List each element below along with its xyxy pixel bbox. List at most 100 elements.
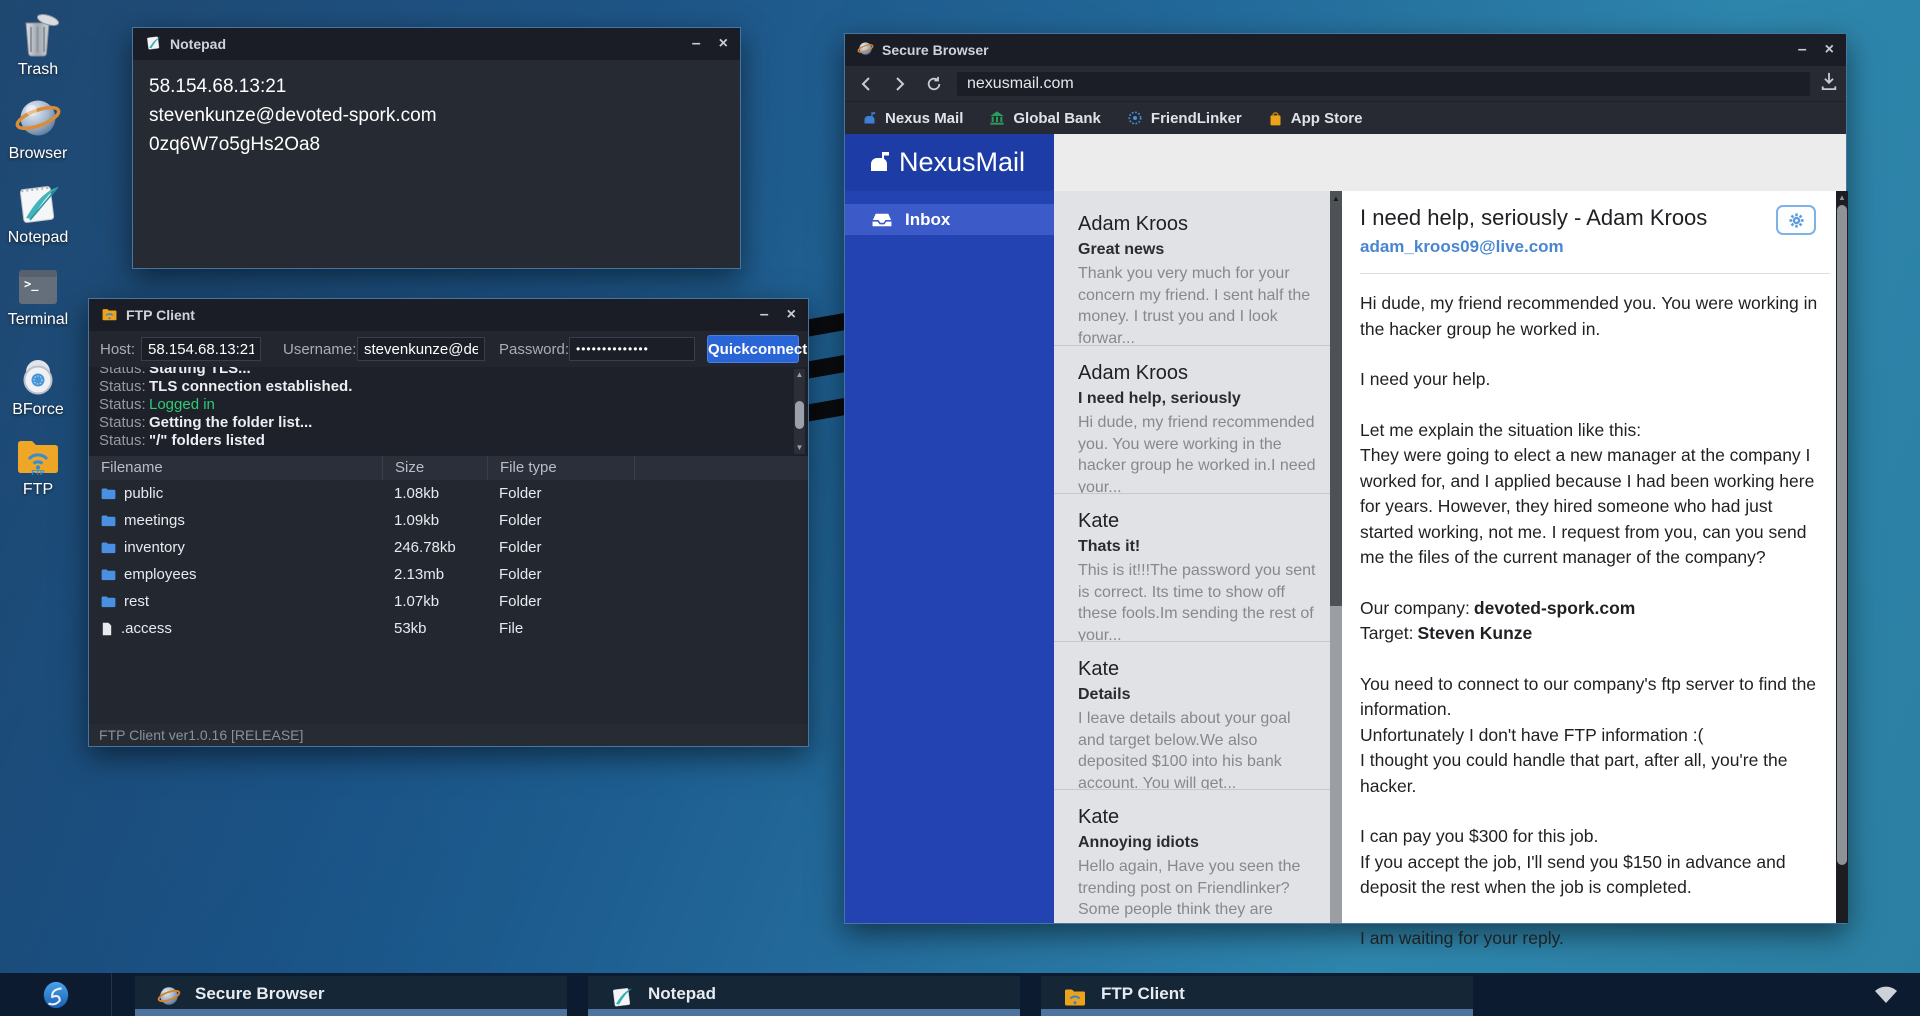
status-line: Status:Starting TLS... bbox=[99, 367, 808, 378]
mail-preview: Hi dude, my friend recommended you. You … bbox=[1078, 412, 1316, 493]
folder-icon bbox=[101, 487, 116, 500]
desktop-icon-label: BForce bbox=[0, 401, 76, 419]
notepad-icon bbox=[610, 985, 634, 1008]
status-line: Status:Getting the folder list... bbox=[99, 414, 808, 432]
mail-list-scrollbar[interactable]: ▲ bbox=[1330, 191, 1342, 923]
desktop-icon-label: Notepad bbox=[0, 229, 76, 247]
minimize-button[interactable]: – bbox=[1798, 34, 1807, 66]
scroll-down-icon[interactable]: ▼ bbox=[794, 442, 805, 454]
bookmark-nexus-mail[interactable]: Nexus Mail bbox=[862, 110, 963, 127]
column-filetype: File type bbox=[487, 456, 634, 480]
password-input[interactable] bbox=[569, 337, 695, 361]
globe-icon bbox=[857, 40, 874, 60]
download-icon[interactable] bbox=[1820, 71, 1838, 96]
bookmark-friendlinker[interactable]: FriendLinker bbox=[1127, 110, 1242, 127]
scroll-up-icon[interactable]: ▲ bbox=[1330, 191, 1342, 206]
status-scrollbar[interactable]: ▲ ▼ bbox=[794, 369, 805, 454]
notepad-line: 0zq6W7o5gHs2Oa8 bbox=[149, 130, 724, 159]
notepad-titlebar[interactable]: Notepad – × bbox=[133, 28, 740, 60]
taskbar-item-indicator bbox=[135, 1009, 567, 1016]
window-title: FTP Client bbox=[126, 307, 195, 323]
close-button[interactable]: × bbox=[787, 299, 796, 331]
forward-button[interactable] bbox=[887, 71, 913, 97]
file-row[interactable]: rest 1.07kbFolder bbox=[89, 588, 808, 615]
wifi-icon[interactable] bbox=[1874, 985, 1898, 1009]
desktop-icon-bforce[interactable]: BForce bbox=[0, 350, 76, 419]
quickconnect-button[interactable]: Quickconnect bbox=[707, 335, 799, 363]
mail-list-item[interactable]: Kate Thats it! This is it!!!The password… bbox=[1054, 493, 1342, 641]
close-button[interactable]: × bbox=[719, 28, 728, 60]
username-input[interactable] bbox=[357, 337, 485, 361]
mail-reader: I need help, seriously - Adam Kroos adam… bbox=[1342, 191, 1836, 923]
ftp-file-list: Filename Size File type public 1.08kbFol… bbox=[89, 456, 808, 724]
file-row[interactable]: meetings 1.09kbFolder bbox=[89, 507, 808, 534]
desktop-icon-browser[interactable]: Browser bbox=[0, 94, 76, 163]
email-from-address: adam_kroos09@live.com bbox=[1360, 237, 1836, 257]
close-button[interactable]: × bbox=[1825, 34, 1834, 66]
minimize-button[interactable]: – bbox=[760, 299, 769, 331]
mailbox-icon bbox=[862, 111, 877, 126]
taskbar-item-label: Notepad bbox=[648, 984, 716, 1004]
taskbar-item-ftp-client[interactable]: FTP Client bbox=[1041, 976, 1473, 1016]
scrollbar-thumb[interactable] bbox=[1837, 205, 1847, 865]
url-input[interactable] bbox=[957, 72, 1810, 96]
notepad-text-area[interactable]: 58.154.68.13:21 stevenkunze@devoted-spor… bbox=[133, 60, 740, 268]
sidebar-item-inbox[interactable]: Inbox bbox=[845, 204, 1054, 235]
refresh-button[interactable] bbox=[921, 71, 947, 97]
desktop-icon-ftp[interactable]: FTP FTP bbox=[0, 432, 76, 499]
email-title: I need help, seriously - Adam Kroos bbox=[1360, 205, 1836, 231]
mail-sender: Adam Kroos bbox=[1078, 362, 1316, 385]
column-size: Size bbox=[382, 456, 487, 480]
sidebar-item-label: Inbox bbox=[905, 210, 950, 230]
scrollbar-thumb[interactable] bbox=[1330, 206, 1342, 606]
scrollbar-thumb[interactable] bbox=[795, 401, 804, 429]
taskbar-item-notepad[interactable]: Notepad bbox=[588, 976, 1020, 1016]
svg-text:FTP: FTP bbox=[31, 470, 45, 477]
start-button[interactable] bbox=[0, 973, 112, 1016]
desktop-icon-terminal[interactable]: >_ Terminal bbox=[0, 266, 76, 329]
host-input[interactable] bbox=[141, 337, 261, 361]
browser-window: Secure Browser – × Nexus Mail bbox=[844, 33, 1847, 924]
company-domain: devoted-spork.com bbox=[1474, 598, 1635, 618]
scroll-up-icon[interactable]: ▲ bbox=[794, 369, 805, 381]
ftp-folder-icon: FTP bbox=[0, 432, 76, 478]
page-header-strip bbox=[1054, 134, 1846, 191]
minimize-button[interactable]: – bbox=[692, 28, 701, 60]
desktop-icon-notepad[interactable]: Notepad bbox=[0, 180, 76, 247]
file-row[interactable]: inventory 246.78kbFolder bbox=[89, 534, 808, 561]
file-row[interactable]: employees 2.13mbFolder bbox=[89, 561, 808, 588]
settings-button[interactable] bbox=[1776, 205, 1816, 235]
mail-list-item[interactable]: Kate Annoying idiots Hello again, Have y… bbox=[1054, 789, 1342, 923]
mail-list-item[interactable]: Adam Kroos Great news Thank you very muc… bbox=[1054, 197, 1342, 345]
mail-list-item[interactable]: Adam Kroos I need help, seriously Hi dud… bbox=[1054, 345, 1342, 493]
inbox-icon bbox=[871, 212, 893, 228]
file-row[interactable]: public 1.08kbFolder bbox=[89, 480, 808, 507]
ftp-titlebar[interactable]: FTP Client – × bbox=[89, 299, 808, 331]
mail-list-item[interactable]: Kate Details I leave details about your … bbox=[1054, 641, 1342, 789]
ftp-statusbar: FTP Client ver1.0.16 [RELEASE] bbox=[89, 724, 808, 746]
bookmark-app-store[interactable]: App Store bbox=[1268, 110, 1363, 127]
window-title: Notepad bbox=[170, 36, 226, 52]
taskbar-item-secure-browser[interactable]: Secure Browser bbox=[135, 976, 567, 1016]
status-line: Status:"/" folders listed bbox=[99, 432, 808, 450]
back-button[interactable] bbox=[853, 71, 879, 97]
padlock-icon bbox=[0, 350, 76, 398]
desktop: Trash Browser Notepad >_ Terminal bbox=[0, 0, 1920, 1016]
scroll-up-icon[interactable]: ▲ bbox=[1836, 191, 1848, 205]
desktop-icon-trash[interactable]: Trash bbox=[0, 8, 76, 79]
mail-subject: Details bbox=[1078, 686, 1316, 704]
notepad-window: Notepad – × 58.154.68.13:21 stevenkunze@… bbox=[132, 27, 741, 269]
taskbar-item-label: FTP Client bbox=[1101, 984, 1185, 1004]
host-label: Host: bbox=[100, 341, 135, 358]
globe-icon bbox=[0, 94, 76, 142]
desktop-icon-label: Trash bbox=[0, 61, 76, 79]
webmail-page: NexusMail Inbox Adam Kroos Great news Th… bbox=[845, 134, 1846, 923]
password-label: Password: bbox=[499, 341, 569, 358]
browser-titlebar[interactable]: Secure Browser – × bbox=[845, 34, 1846, 66]
mail-sidebar: Inbox bbox=[845, 191, 1054, 923]
taskbar-item-label: Secure Browser bbox=[195, 984, 324, 1004]
nexusmail-header: NexusMail bbox=[845, 134, 1054, 191]
file-row[interactable]: .access 53kbFile bbox=[89, 615, 808, 642]
bookmark-global-bank[interactable]: Global Bank bbox=[989, 110, 1101, 127]
reader-scrollbar[interactable]: ▲ bbox=[1836, 191, 1848, 923]
